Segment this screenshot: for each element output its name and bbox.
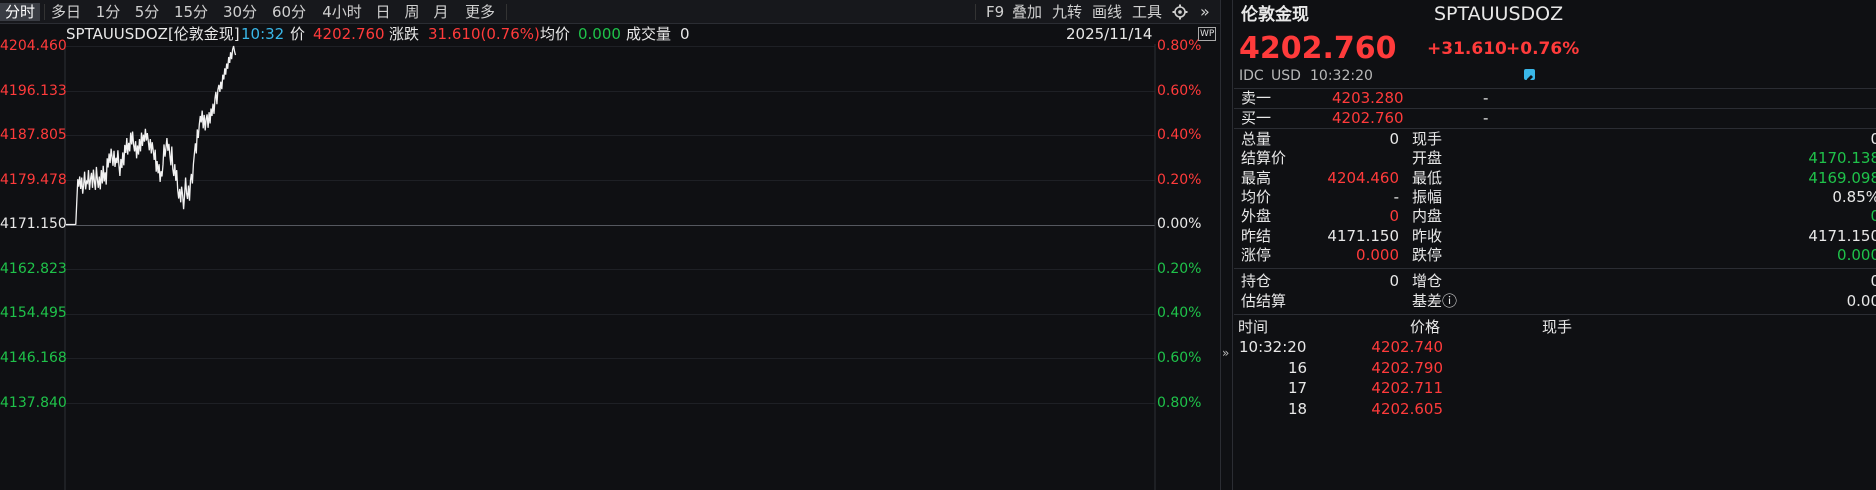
percent-tick: 0.40% — [1157, 127, 1202, 143]
percent-tick: 0.00% — [1157, 216, 1202, 232]
instrument-name: 伦敦金现 — [1241, 5, 1309, 25]
percent-tick: 0.60% — [1157, 350, 1202, 366]
tick-price: 4202.711 — [1371, 379, 1443, 397]
stat-label: 振幅 — [1412, 187, 1443, 206]
expand-chevron-icon[interactable]: » — [1222, 346, 1229, 360]
stat-label: 最低 — [1412, 168, 1443, 187]
bid-price: 4202.760 — [1332, 109, 1404, 127]
tick-time: 10:32:20 — [1239, 338, 1307, 356]
tick-time: 17 — [1288, 379, 1308, 397]
stat-value: 0.00 — [1846, 292, 1876, 310]
price-tick: 4179.478 — [0, 172, 67, 188]
stat-label: 跌停 — [1412, 245, 1443, 264]
stat-value: - — [1393, 187, 1399, 206]
stat-label: 估结算 — [1241, 292, 1287, 310]
bid-volume: - — [1483, 109, 1489, 127]
stat-label: 涨停 — [1241, 245, 1272, 264]
stat-label: 开盘 — [1412, 149, 1443, 168]
last-price: 4202.760 — [1239, 31, 1397, 66]
stat-label: 现手 — [1412, 130, 1443, 148]
stat-value: 0.85% — [1832, 187, 1876, 206]
stat-label: 均价 — [1241, 187, 1272, 206]
price-tick: 4146.168 — [0, 350, 67, 366]
stat-label: 昨结 — [1241, 226, 1272, 245]
stat-value: 4171.150 — [1808, 226, 1876, 245]
ticks-header-time: 时间 — [1238, 318, 1269, 336]
stat-label: 外盘 — [1241, 207, 1272, 226]
percent-tick: 0.60% — [1157, 83, 1202, 99]
panel-splitter[interactable]: » — [1220, 0, 1233, 490]
instrument-code: SPTAUUSDOZ — [1434, 3, 1564, 25]
divider — [1234, 128, 1876, 129]
stat-value: 0 — [1389, 130, 1399, 148]
stat-label: 总量 — [1241, 130, 1272, 148]
pencil-icon[interactable] — [1524, 69, 1535, 82]
stat-value: 0 — [1870, 130, 1876, 148]
price-tick: 4137.840 — [0, 395, 67, 411]
price-tick: 4196.133 — [0, 83, 67, 99]
stat-value: 4171.150 — [1327, 226, 1399, 245]
tick-price: 4202.740 — [1371, 338, 1443, 356]
price-change: +31.610 — [1427, 39, 1507, 59]
ticks-header-price: 价格 — [1410, 318, 1441, 336]
percent-tick: 0.20% — [1157, 261, 1202, 277]
divider — [1234, 314, 1876, 315]
stat-label: 内盘 — [1412, 207, 1443, 226]
price-tick: 4171.150 — [0, 216, 67, 232]
stat-value: 0 — [1870, 272, 1876, 290]
price-tick: 4162.823 — [0, 261, 67, 277]
percent-tick: 0.80% — [1157, 395, 1202, 411]
price-tick: 4154.495 — [0, 305, 67, 321]
stat-value: 0.000 — [1837, 245, 1876, 264]
tick-price: 4202.790 — [1371, 358, 1443, 377]
quote-time: 10:32:20 — [1310, 68, 1373, 84]
tick-price: 4202.605 — [1371, 399, 1443, 418]
stat-value: 4204.460 — [1327, 168, 1399, 187]
stat-label: 昨收 — [1412, 226, 1443, 245]
chart-grid — [66, 46, 1155, 404]
percent-change: +0.76% — [1506, 39, 1580, 59]
intraday-chart[interactable] — [0, 0, 1220, 490]
tick-time: 18 — [1288, 399, 1308, 418]
ticks-header-volume: 现手 — [1542, 318, 1573, 336]
percent-tick: 0.20% — [1157, 172, 1202, 188]
stat-value: 0 — [1389, 272, 1399, 290]
stat-value: 4170.138 — [1808, 149, 1876, 168]
tick-time: 16 — [1288, 358, 1308, 377]
ask-price: 4203.280 — [1332, 89, 1404, 107]
divider — [1234, 108, 1876, 109]
stat-value: 0 — [1389, 207, 1399, 226]
bid-label: 买一 — [1241, 109, 1272, 127]
data-source: IDC — [1239, 68, 1264, 84]
percent-tick: 0.80% — [1157, 38, 1202, 54]
stat-label: 增仓 — [1412, 272, 1443, 290]
divider — [1234, 88, 1876, 89]
currency: USD — [1271, 68, 1301, 84]
ask-volume: - — [1483, 89, 1489, 107]
stat-label: 持仓 — [1241, 272, 1272, 290]
percent-tick: 0.40% — [1157, 305, 1202, 321]
stat-label: 基差ⓘ — [1412, 292, 1458, 310]
stat-value: 0.000 — [1356, 245, 1399, 264]
ask-label: 卖一 — [1241, 89, 1272, 107]
stat-label: 结算价 — [1241, 149, 1287, 168]
divider — [1234, 268, 1876, 269]
price-tick: 4187.805 — [0, 127, 67, 143]
stat-value: 0 — [1870, 207, 1876, 226]
stat-value: 4169.098 — [1808, 168, 1876, 187]
price-tick: 4204.460 — [0, 38, 67, 54]
stat-label: 最高 — [1241, 168, 1272, 187]
